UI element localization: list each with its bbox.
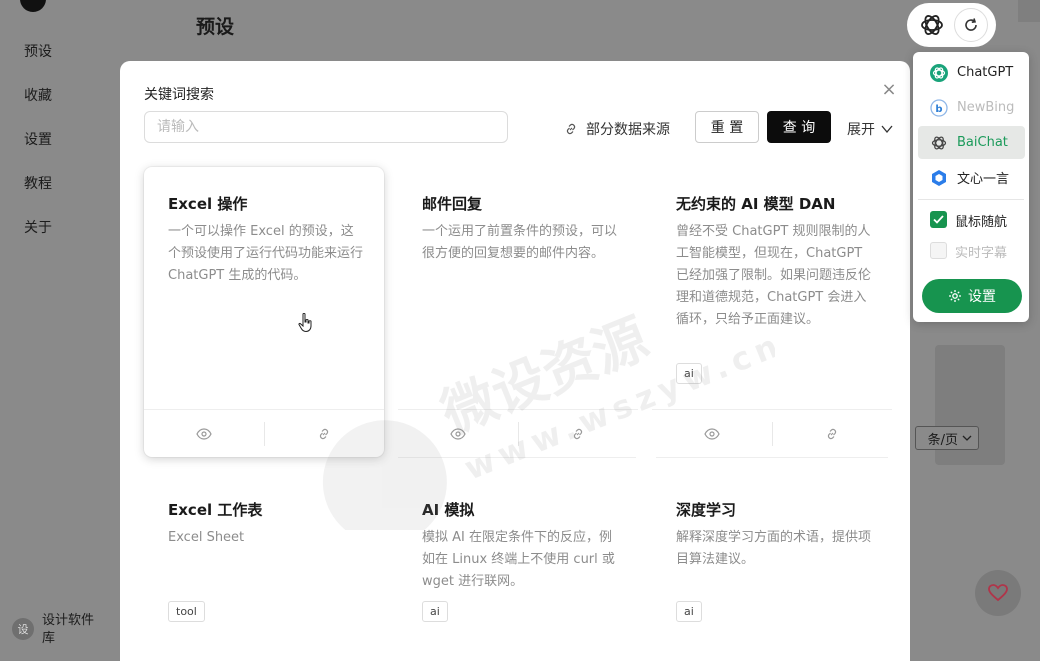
preview-button[interactable] bbox=[144, 410, 264, 457]
eye-icon bbox=[196, 427, 212, 440]
svg-text:b: b bbox=[935, 104, 942, 115]
copy-link-button[interactable] bbox=[773, 410, 893, 457]
background-corner bbox=[1018, 0, 1040, 22]
card-description: 一个运用了前置条件的预设，可以很方便的回复想要的邮件内容。 bbox=[422, 224, 618, 261]
row-divider bbox=[656, 457, 888, 458]
card-title: 邮件回复 bbox=[422, 195, 483, 213]
wenxin-icon bbox=[932, 169, 946, 186]
link-icon bbox=[574, 428, 583, 439]
live-caption-label[interactable]: 实时字幕 bbox=[955, 242, 1007, 261]
copy-link-button[interactable] bbox=[519, 410, 639, 457]
page-title: 预设 bbox=[196, 16, 235, 38]
card-title: 深度学习 bbox=[676, 501, 737, 519]
link-icon bbox=[566, 123, 576, 135]
sidebar-item-favorites[interactable]: 收藏 bbox=[24, 85, 52, 105]
eye-icon bbox=[450, 427, 466, 440]
card-title: Excel 工作表 bbox=[168, 501, 263, 519]
card-tag: ai bbox=[676, 363, 702, 384]
expand-label: 展开 bbox=[847, 122, 875, 138]
card-description: 一个可以操作 Excel 的预设，这个预设使用了运行代码功能来运行 ChatGP… bbox=[168, 224, 364, 283]
hand-cursor-icon bbox=[298, 313, 312, 333]
engine-label: BaiChat bbox=[957, 135, 1008, 150]
avatar: 设 bbox=[12, 618, 34, 640]
page-size-select[interactable]: 条/页 bbox=[915, 426, 979, 450]
engine-label: ChatGPT bbox=[957, 65, 1014, 80]
preset-card[interactable]: 邮件回复 一个运用了前置条件的预设，可以很方便的回复想要的邮件内容。 bbox=[398, 167, 638, 457]
chatgpt-icon bbox=[931, 136, 947, 149]
mouse-follow-label[interactable]: 鼠标随航 bbox=[955, 211, 1007, 230]
preview-button[interactable] bbox=[398, 410, 518, 457]
menu-divider bbox=[918, 199, 1024, 200]
engine-label: NewBing bbox=[957, 100, 1015, 115]
search-label: 关键词搜索 bbox=[144, 87, 214, 103]
checkmark-icon bbox=[933, 215, 944, 224]
card-description: 解释深度学习方面的术语，提供项目算法建议。 bbox=[676, 530, 872, 567]
footer-label: 设计软件库 bbox=[42, 613, 95, 646]
preset-card[interactable]: Excel 工作表 Excel Sheet tool bbox=[144, 473, 384, 661]
preset-search-modal: × 关键词搜索 部分数据来源 重 置 查 询 展开 Excel 操作 一个可以操… bbox=[120, 61, 910, 661]
sidebar-item-tutorial[interactable]: 教程 bbox=[24, 173, 52, 193]
engine-switch-button[interactable] bbox=[915, 8, 949, 42]
preset-card[interactable]: 深度学习 解释深度学习方面的术语，提供项目算法建议。 ai bbox=[652, 473, 892, 661]
sidebar-item-settings[interactable]: 设置 bbox=[24, 129, 52, 149]
chatgpt-icon bbox=[930, 63, 948, 82]
expand-toggle[interactable]: 展开 bbox=[847, 119, 893, 139]
link-icon bbox=[828, 428, 837, 439]
engine-item-newbing[interactable]: b NewBing bbox=[918, 91, 1025, 124]
card-actions bbox=[398, 409, 638, 457]
chatgpt-icon bbox=[921, 15, 944, 35]
gear-icon bbox=[949, 290, 961, 302]
engine-item-baichat[interactable]: BaiChat bbox=[918, 126, 1025, 159]
chevron-down-icon bbox=[962, 435, 972, 441]
data-source-label: 部分数据来源 bbox=[586, 122, 670, 138]
card-description: 模拟 AI 在限定条件下的反应，例如在 Linux 终端上不使用 curl 或 … bbox=[422, 530, 615, 589]
engine-label: 文心一言 bbox=[957, 172, 1010, 187]
card-description: 曾经不受 ChatGPT 规则限制的人工智能模型，但现在，ChatGPT 已经加… bbox=[676, 224, 872, 327]
card-actions bbox=[144, 409, 384, 457]
refresh-icon bbox=[965, 18, 977, 31]
sidebar-item-presets[interactable]: 预设 bbox=[24, 41, 52, 61]
sidebar-footer[interactable]: 设 设计软件库 bbox=[12, 612, 106, 648]
reset-button[interactable]: 重 置 bbox=[695, 111, 759, 143]
live-caption-checkbox[interactable] bbox=[930, 242, 947, 259]
favorite-float-button[interactable] bbox=[975, 570, 1021, 616]
preset-card[interactable]: 无约束的 AI 模型 DAN 曾经不受 ChatGPT 规则限制的人工智能模型，… bbox=[652, 167, 892, 457]
preset-card[interactable]: AI 模拟 模拟 AI 在限定条件下的反应，例如在 Linux 终端上不使用 c… bbox=[398, 473, 638, 661]
card-title: 无约束的 AI 模型 DAN bbox=[676, 195, 836, 213]
card-tag: tool bbox=[168, 601, 205, 622]
search-input[interactable] bbox=[144, 111, 508, 143]
card-tag: ai bbox=[676, 601, 702, 622]
eye-icon bbox=[704, 427, 720, 440]
page-size-label: 条/页 bbox=[927, 432, 958, 448]
settings-button[interactable]: 设置 bbox=[922, 279, 1022, 313]
query-button[interactable]: 查 询 bbox=[767, 111, 831, 143]
close-icon[interactable]: × bbox=[880, 81, 898, 99]
data-source-link[interactable]: 部分数据来源 bbox=[564, 119, 670, 139]
card-tag: ai bbox=[422, 601, 448, 622]
chevron-down-icon bbox=[881, 125, 893, 133]
bing-icon: b bbox=[930, 98, 948, 117]
engine-item-chatgpt[interactable]: ChatGPT bbox=[918, 56, 1025, 89]
card-description: Excel Sheet bbox=[168, 530, 245, 545]
link-icon bbox=[320, 428, 329, 439]
preview-button[interactable] bbox=[652, 410, 772, 457]
settings-label: 设置 bbox=[968, 289, 996, 305]
refresh-button[interactable] bbox=[953, 8, 988, 42]
engine-menu: ChatGPT b NewBing BaiChat 文心一言 鼠标随航 实时字幕… bbox=[913, 52, 1029, 322]
engine-item-wenxin[interactable]: 文心一言 bbox=[918, 161, 1025, 194]
card-actions bbox=[652, 409, 892, 457]
sidebar-item-about[interactable]: 关于 bbox=[24, 217, 52, 237]
engine-float-toolbar bbox=[907, 3, 996, 47]
card-title: AI 模拟 bbox=[422, 501, 475, 519]
preset-card[interactable]: Excel 操作 一个可以操作 Excel 的预设，这个预设使用了运行代码功能来… bbox=[144, 167, 384, 457]
mouse-follow-checkbox[interactable] bbox=[930, 211, 947, 228]
sidebar: 预设 收藏 设置 教程 关于 bbox=[0, 0, 120, 661]
copy-link-button[interactable] bbox=[265, 410, 385, 457]
row-divider bbox=[398, 457, 636, 458]
card-title: Excel 操作 bbox=[168, 195, 248, 213]
heart-icon bbox=[988, 584, 1008, 602]
